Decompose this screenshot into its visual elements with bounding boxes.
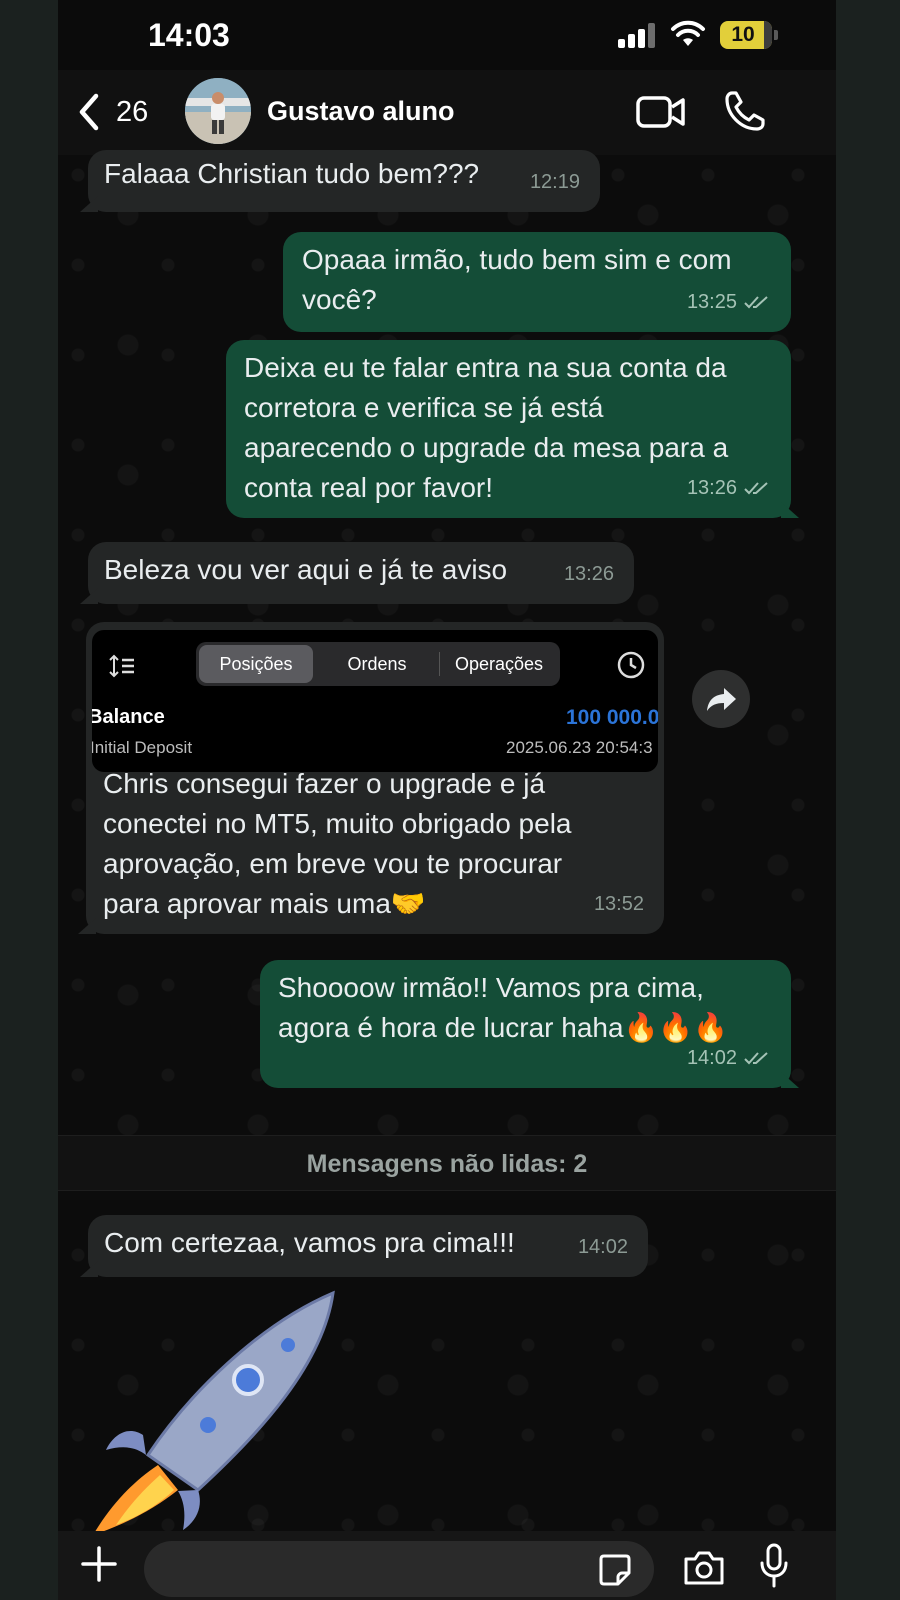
avatar[interactable] [185, 78, 251, 144]
segmented-tabs: Posições Ordens Operações [196, 642, 560, 686]
wifi-icon [671, 20, 705, 46]
composer-bar [58, 1531, 836, 1600]
unread-chats-count: 26 [116, 95, 149, 128]
contact-name[interactable]: Gustavo aluno [267, 96, 455, 127]
message-outgoing[interactable]: Deixa eu te falar entra na sua conta da … [226, 340, 799, 518]
deposit-label: Initial Deposit [92, 738, 193, 757]
tab-ordens[interactable]: Ordens [316, 645, 438, 683]
unread-label: Mensagens não lidas: 2 [306, 1150, 588, 1178]
message-incoming[interactable]: Com certezaa, vamos pra cima!!! 14:02 [80, 1215, 648, 1277]
cellular-signal-icon [618, 22, 658, 48]
message-text: Com certezaa, vamos pra cima!!! [104, 1227, 515, 1258]
message-incoming[interactable]: Beleza vou ver aqui e já te aviso 13:26 [80, 542, 634, 604]
message-time: 13:26 [563, 563, 614, 585]
deposit-date: 2025.06.23 20:54:3 [506, 738, 653, 757]
back-button[interactable]: 26 [76, 88, 148, 136]
message-incoming[interactable]: Falaaa Christian tudo bem??? 12:19 [80, 150, 600, 212]
forward-icon [707, 688, 736, 711]
message-time: 12:19 [529, 171, 580, 193]
message-text: Shoooow irmão!! Vamos pra cima, agora é … [278, 972, 729, 1043]
attached-screenshot[interactable]: Posições Ordens Operações Balance 100 00… [92, 630, 658, 772]
clock-icon [617, 651, 645, 679]
message-time: 14:02 [686, 1047, 737, 1069]
chat-screen: 14:03 10 26 Gustavo aluno Falaaa Christi… [58, 0, 836, 1600]
camera-icon[interactable] [682, 1549, 726, 1587]
battery-tip [774, 30, 778, 40]
battery-indicator: 10 [720, 21, 772, 49]
message-text: Beleza vou ver aqui e já te aviso [104, 554, 508, 585]
tab-posicoes[interactable]: Posições [199, 645, 313, 683]
balance-label: Balance [92, 706, 165, 728]
balance-value: 100 000.00 [566, 706, 658, 729]
video-camera-icon[interactable] [636, 94, 686, 130]
message-outgoing[interactable]: Opaaa irmão, tudo bem sim e com você? 13… [283, 232, 791, 332]
message-text: Chris consegui fazer o upgrade e já cone… [103, 768, 572, 919]
message-time: 13:26 [686, 477, 737, 499]
tab-operacoes[interactable]: Operações [440, 645, 558, 683]
forward-button[interactable] [692, 670, 750, 728]
message-outgoing[interactable]: Shoooow irmão!! Vamos pra cima, agora é … [260, 960, 799, 1088]
unread-divider: Mensagens não lidas: 2 [58, 1135, 836, 1191]
phone-icon[interactable] [724, 90, 766, 132]
message-time: 13:52 [593, 893, 644, 915]
message-text: Falaaa Christian tudo bem??? [104, 158, 480, 189]
status-time: 14:03 [148, 17, 230, 53]
battery-level: 10 [731, 23, 755, 46]
chevron-left-icon [79, 93, 99, 131]
sticker-icon[interactable] [598, 1553, 632, 1587]
message-time: 13:25 [686, 291, 737, 313]
message-time: 14:02 [577, 1236, 628, 1258]
plus-icon[interactable] [80, 1545, 118, 1583]
sort-icon [109, 654, 134, 678]
double-check-icon [744, 1052, 768, 1065]
rocket-sticker[interactable] [88, 1285, 358, 1535]
status-bar: 14:03 10 [58, 0, 836, 70]
chat-header: 26 Gustavo aluno [58, 70, 836, 155]
message-input[interactable] [144, 1541, 654, 1597]
double-check-icon [744, 482, 768, 495]
double-check-icon [744, 296, 768, 309]
microphone-icon[interactable] [758, 1543, 790, 1589]
